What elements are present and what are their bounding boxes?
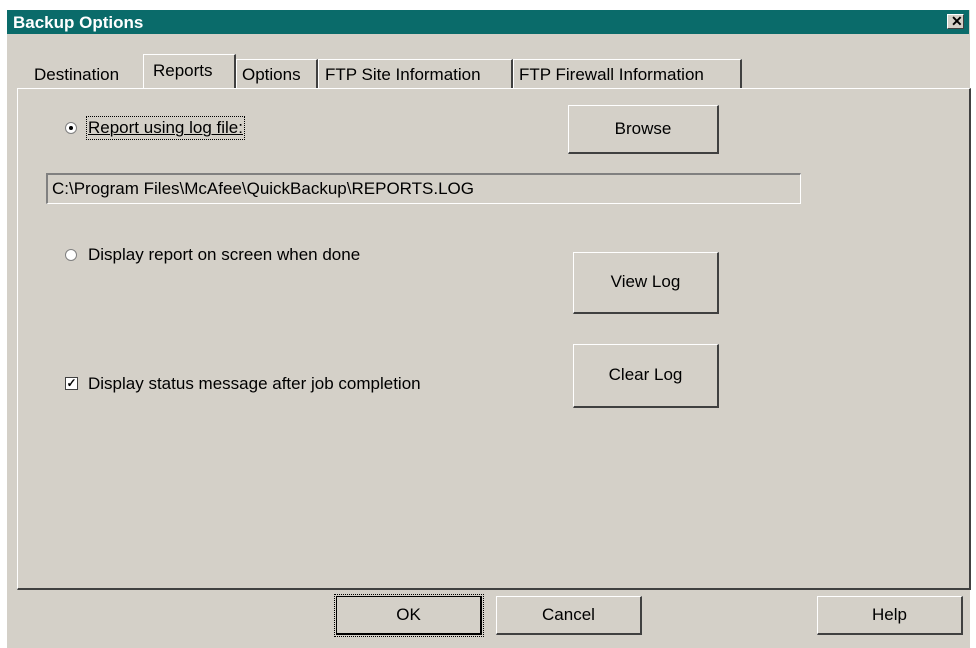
cancel-button-label: Cancel [542,605,595,624]
reports-panel [17,88,971,590]
clear-log-button[interactable]: Clear Log [573,344,719,408]
close-button[interactable]: ✕ [947,13,964,29]
ok-button[interactable]: OK [334,594,484,637]
status-message-checkbox[interactable]: ✓ [65,377,78,390]
tab-reports[interactable]: Reports [153,61,213,81]
clear-log-button-label: Clear Log [608,365,683,384]
title-bar[interactable]: Backup Options ✕ [7,10,969,34]
log-file-radio-label[interactable]: Report using log file: [86,116,245,140]
cancel-button[interactable]: Cancel [496,596,642,635]
radio-selected-dot [69,126,73,130]
tab-destination[interactable]: Destination [34,65,119,85]
help-button-label: Help [872,605,907,624]
tab-options[interactable]: Options [242,65,301,85]
view-log-button-label: View Log [610,272,681,291]
screen-report-radio[interactable] [65,249,77,261]
close-icon: ✕ [951,13,963,29]
log-file-radio[interactable] [65,122,77,134]
window-title: Backup Options [13,13,144,32]
checkmark-icon: ✓ [66,376,77,390]
view-log-button[interactable]: View Log [573,252,719,314]
screen-report-radio-label[interactable]: Display report on screen when done [88,245,360,265]
help-button[interactable]: Help [817,596,963,635]
browse-button[interactable]: Browse [568,105,719,154]
log-path-field[interactable]: C:\Program Files\McAfee\QuickBackup\REPO… [46,173,801,204]
ok-button-label: OK [396,605,421,624]
browse-button-label: Browse [614,119,672,138]
status-message-checkbox-label[interactable]: Display status message after job complet… [88,374,421,394]
tab-ftp-firewall-information[interactable]: FTP Firewall Information [519,65,704,85]
backup-options-dialog: Backup Options ✕ Destination Reports Opt… [6,9,971,648]
tab-ftp-site-information[interactable]: FTP Site Information [325,65,481,85]
